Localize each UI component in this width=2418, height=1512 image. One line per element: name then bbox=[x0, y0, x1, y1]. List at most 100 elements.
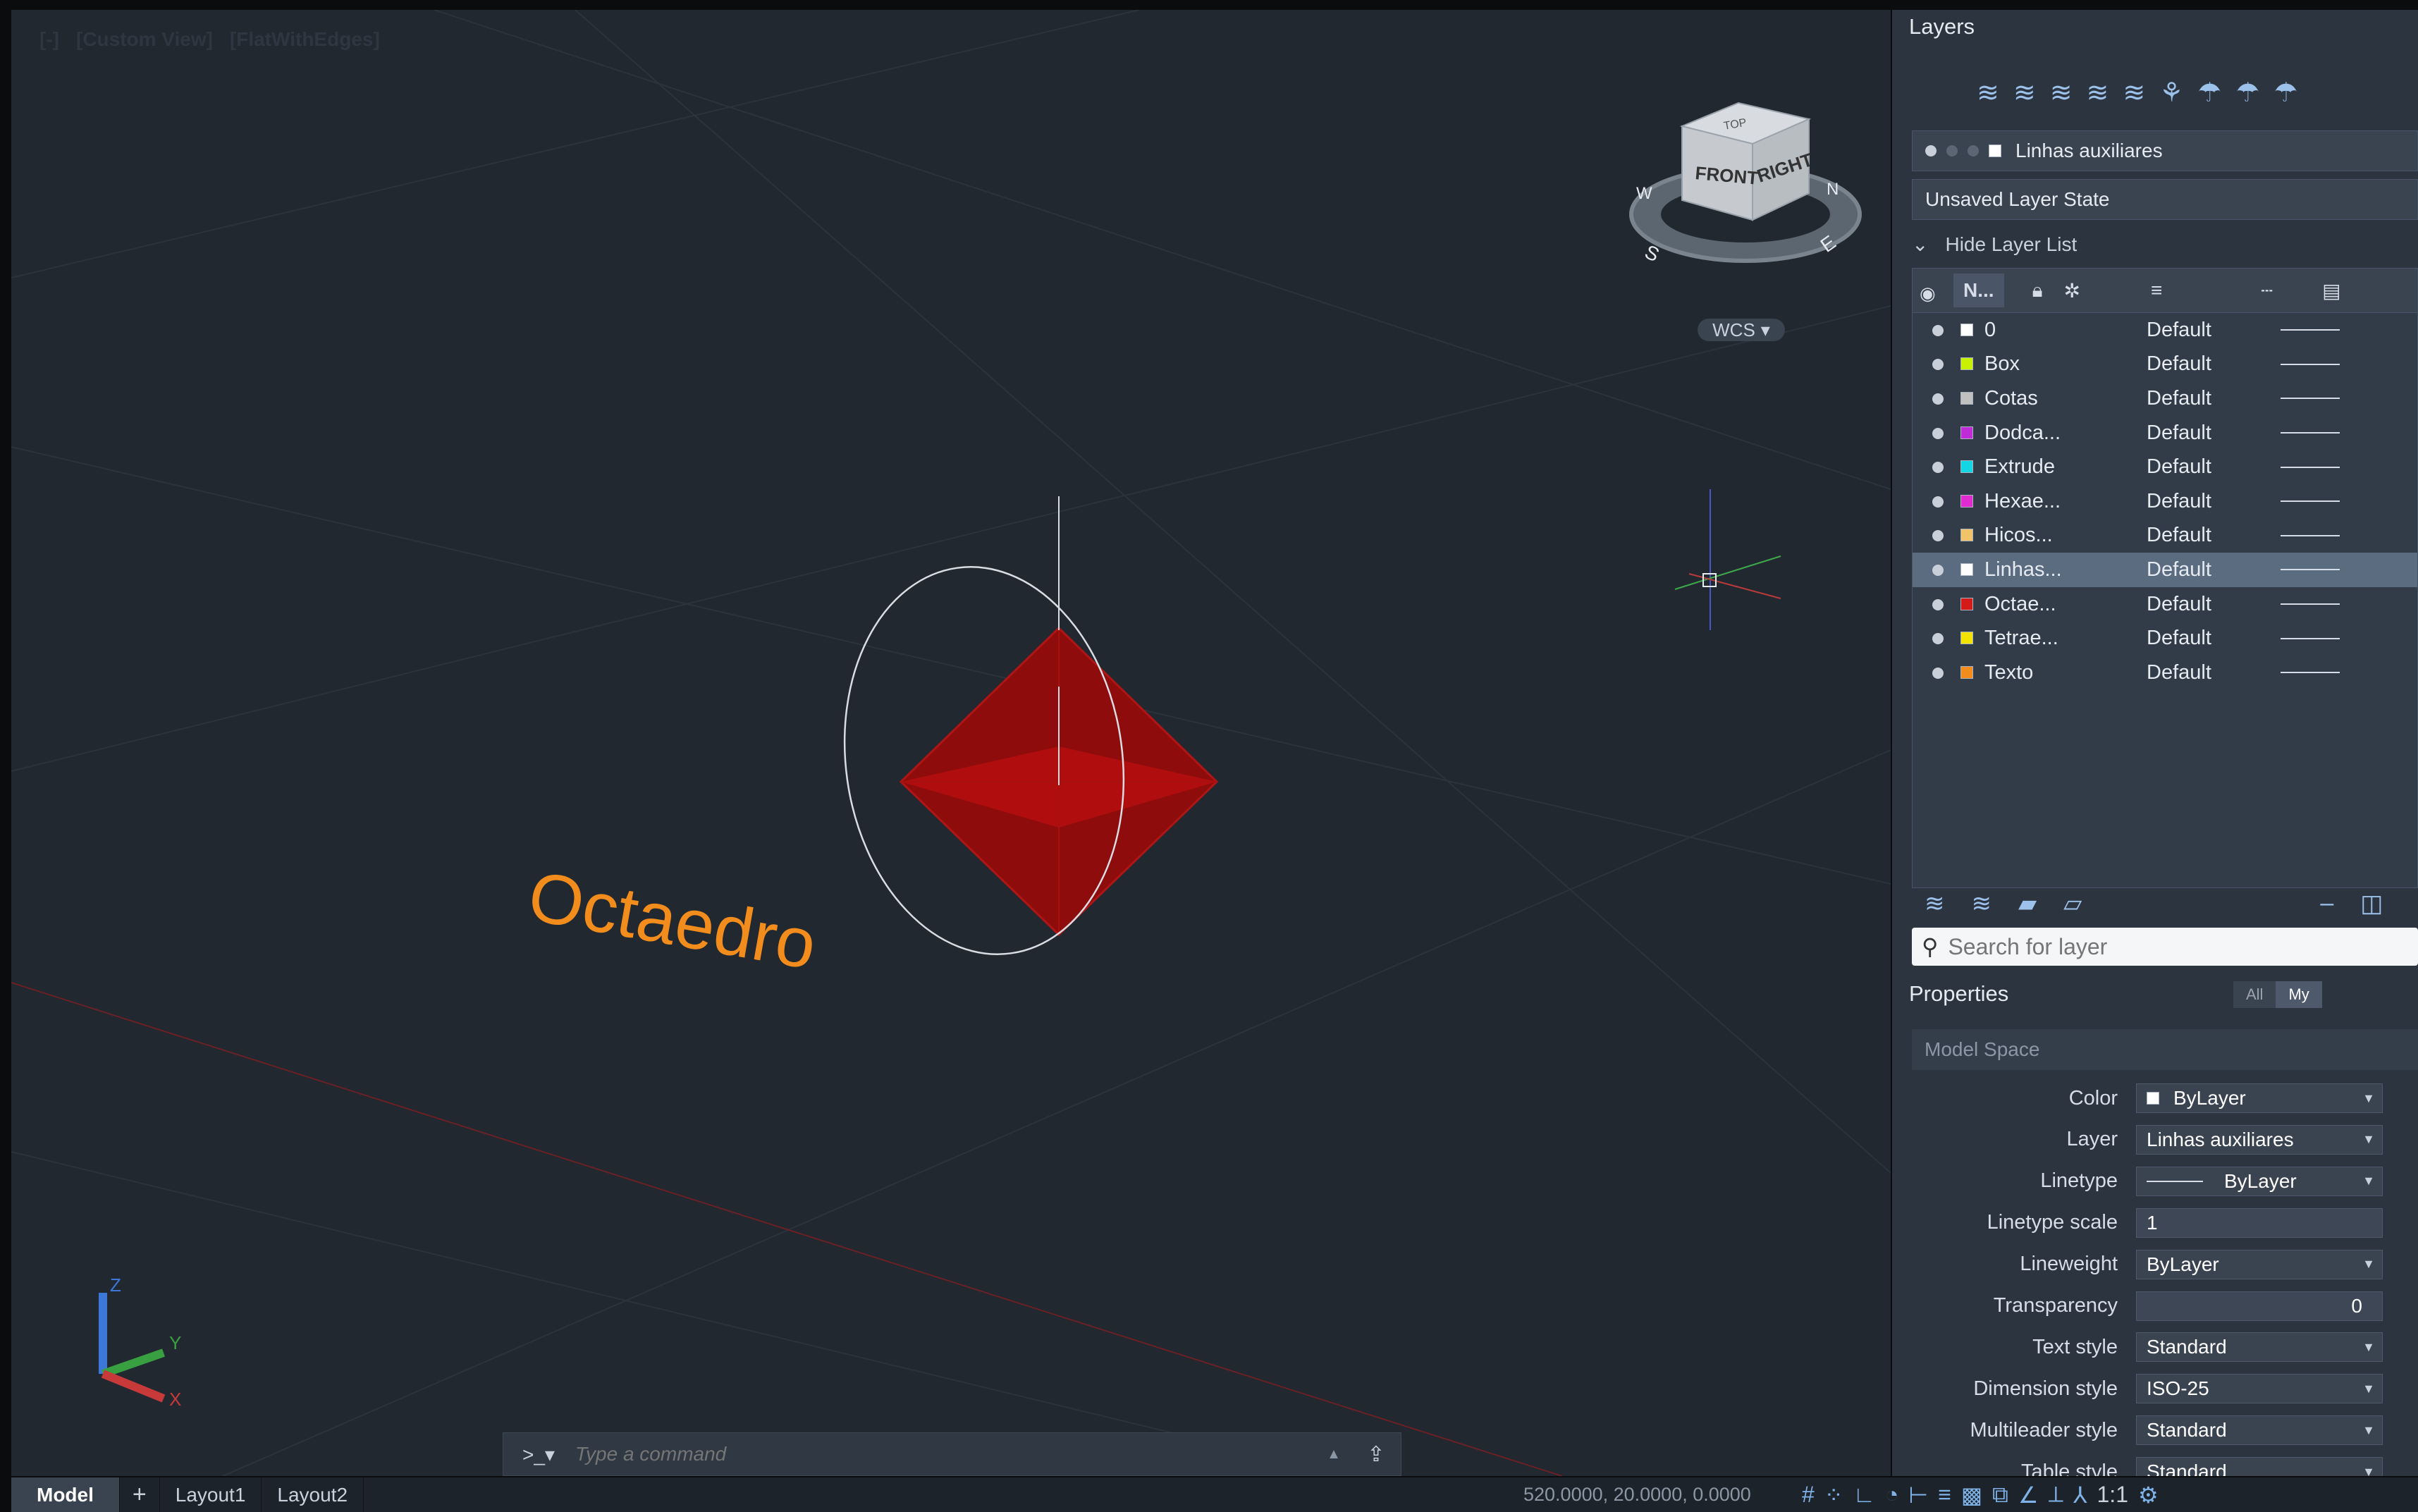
property-value[interactable]: ByLayer ▼ bbox=[2136, 1166, 2383, 1196]
visibility-icon[interactable] bbox=[1932, 667, 1944, 679]
visibility-icon[interactable] bbox=[1932, 427, 1944, 439]
layer-settings-icon[interactable]: ≋ bbox=[1925, 890, 1945, 918]
viewcube[interactable]: FRONT RIGHT TOP W S E N bbox=[1629, 102, 1862, 266]
visual-style-menu[interactable]: [FlatWithEdges] bbox=[230, 28, 380, 51]
layer-color-swatch[interactable] bbox=[1960, 665, 1973, 679]
layer-color-swatch[interactable] bbox=[1960, 597, 1973, 610]
layer-row[interactable]: Linhas... Default bbox=[1913, 553, 2417, 587]
property-value[interactable]: ByLayer ▼ bbox=[2136, 1083, 2383, 1113]
layer-row[interactable]: Hexae... Default bbox=[1913, 484, 2417, 519]
command-input[interactable] bbox=[574, 1442, 1316, 1466]
visibility-icon[interactable] bbox=[1932, 633, 1944, 645]
layer-linetype[interactable]: Default bbox=[2147, 319, 2281, 342]
folder-icon[interactable]: ▱ bbox=[2063, 890, 2082, 918]
layer-row[interactable]: Cotas Default bbox=[1913, 381, 2417, 416]
grid-icon[interactable]: # bbox=[1802, 1482, 1815, 1508]
current-layer-dropdown[interactable]: Linhas auxiliares bbox=[1912, 130, 2418, 171]
layer-row[interactable]: Hicos... Default bbox=[1913, 519, 2417, 553]
drawing-viewport[interactable]: Z Y X FRONT RIGHT TOP W S E N [-] [Custo… bbox=[11, 10, 1891, 1476]
lineweight-icon[interactable]: ≡ bbox=[1938, 1482, 1951, 1508]
visibility-icon[interactable] bbox=[1932, 564, 1944, 576]
viewport-menu[interactable]: [-] bbox=[39, 28, 59, 51]
layer-row[interactable]: Box Default bbox=[1913, 348, 2417, 382]
tab-layout2[interactable]: Layout2 bbox=[262, 1477, 364, 1512]
model-space-selector[interactable]: Model Space bbox=[1912, 1029, 2418, 1070]
hide-layer-list-toggle[interactable]: ⌄ Hide Layer List bbox=[1912, 233, 2077, 256]
annotation-icon[interactable]: ⟂ bbox=[2049, 1482, 2063, 1508]
wcs-dropdown[interactable]: WCS ▾ bbox=[1698, 319, 1785, 341]
layer-row[interactable]: Tetrae... Default bbox=[1913, 621, 2417, 656]
filter-my-button[interactable]: My bbox=[2276, 981, 2322, 1008]
layer-row[interactable]: 0 Default bbox=[1913, 313, 2417, 348]
layer-linetype[interactable]: Default bbox=[2147, 593, 2281, 616]
layer-linetype[interactable]: Default bbox=[2147, 422, 2281, 445]
osnap-icon[interactable]: ⊢ bbox=[1908, 1482, 1928, 1508]
layer-row[interactable]: Dodca... Default bbox=[1913, 416, 2417, 450]
layer-color-swatch[interactable] bbox=[1960, 494, 1973, 508]
new-layer-icon[interactable]: ≋ bbox=[1977, 77, 1999, 109]
collapse-icon[interactable]: – bbox=[2320, 890, 2333, 918]
layer-filter-icon[interactable]: ≋ bbox=[1972, 890, 1992, 918]
freeze-column-icon[interactable]: ✲ bbox=[2063, 279, 2080, 302]
tab-model[interactable]: Model bbox=[11, 1477, 120, 1512]
layer-linetype[interactable]: Default bbox=[2147, 387, 2281, 410]
command-history-icon[interactable]: ▲ bbox=[1316, 1446, 1351, 1463]
layer-previous-icon[interactable]: ≋ bbox=[2123, 77, 2145, 109]
ortho-icon[interactable]: ∟ bbox=[1853, 1482, 1875, 1508]
layer-linetype[interactable]: Default bbox=[2147, 627, 2281, 650]
layer-linetype[interactable]: Default bbox=[2147, 352, 2281, 376]
layer-linetype[interactable]: Default bbox=[2147, 661, 2281, 684]
tab-layout1[interactable]: Layout1 bbox=[160, 1477, 262, 1512]
command-line[interactable]: >_▾ ▲ ⇪ bbox=[503, 1432, 1401, 1476]
lineweight-column-icon[interactable]: ≡ bbox=[2151, 279, 2162, 302]
layer-linetype[interactable]: Default bbox=[2147, 558, 2281, 582]
visibility-icon[interactable] bbox=[1932, 598, 1944, 610]
add-layout-button[interactable]: + bbox=[120, 1477, 160, 1512]
visibility-icon[interactable] bbox=[1932, 359, 1944, 371]
layer-linetype[interactable]: Default bbox=[2147, 490, 2281, 513]
layer-row[interactable]: Extrude Default bbox=[1913, 450, 2417, 484]
property-value[interactable]: ISO-25 ▼ bbox=[2136, 1374, 2383, 1404]
layer-row[interactable]: Texto Default bbox=[1913, 656, 2417, 690]
match-layer-icon[interactable]: ≋ bbox=[2087, 77, 2109, 109]
snap-icon[interactable]: ⁘ bbox=[1824, 1482, 1843, 1508]
columns-icon[interactable]: ◫ bbox=[2360, 890, 2383, 918]
visibility-icon[interactable] bbox=[1932, 496, 1944, 508]
visibility-icon[interactable] bbox=[1932, 324, 1944, 336]
share-icon[interactable]: ⇪ bbox=[1351, 1442, 1401, 1467]
set-current-icon[interactable]: ≋ bbox=[2050, 77, 2073, 109]
layer-row[interactable]: Octae... Default bbox=[1913, 587, 2417, 622]
layer-search[interactable]: ⚲ bbox=[1912, 928, 2418, 966]
eye-icon[interactable]: ◉ bbox=[1920, 283, 1936, 305]
view-menu[interactable]: [Custom View] bbox=[76, 28, 213, 51]
layer-color-swatch[interactable] bbox=[1960, 563, 1973, 576]
command-prompt-icon[interactable]: >_▾ bbox=[503, 1443, 574, 1466]
property-value[interactable]: 1 bbox=[2136, 1207, 2383, 1238]
layer-linetype[interactable]: Default bbox=[2147, 524, 2281, 547]
name-column-header[interactable]: N... bbox=[1953, 273, 2004, 307]
selection-cycling-icon[interactable]: ⧉ bbox=[1992, 1482, 2008, 1508]
lock-layer-icon[interactable]: ☂ bbox=[2235, 77, 2259, 109]
delete-layer-icon[interactable]: ≋ bbox=[2013, 77, 2036, 109]
dynamic-ucs-icon[interactable]: ∠ bbox=[2018, 1482, 2039, 1508]
layer-color-swatch[interactable] bbox=[1960, 529, 1973, 542]
open-folder-icon[interactable]: ▰ bbox=[2018, 890, 2037, 918]
layer-linetype[interactable]: Default bbox=[2147, 455, 2281, 479]
linetype-column-icon[interactable]: ┄ bbox=[2261, 279, 2273, 302]
lock-column-icon[interactable]: 🔒︎ bbox=[2032, 279, 2043, 302]
layer-color-swatch[interactable] bbox=[1960, 632, 1973, 645]
layer-color-swatch[interactable] bbox=[1960, 323, 1973, 336]
layer-color-swatch[interactable] bbox=[1960, 391, 1973, 405]
property-value[interactable]: ByLayer ▼ bbox=[2136, 1249, 2383, 1279]
unlock-layer-icon[interactable]: ☂ bbox=[2273, 77, 2297, 109]
polar-icon[interactable]: ◔ bbox=[1885, 1482, 1898, 1508]
layer-color-swatch[interactable] bbox=[1960, 426, 1973, 439]
property-value[interactable]: Standard ▼ bbox=[2136, 1457, 2383, 1476]
visibility-icon[interactable] bbox=[1932, 393, 1944, 405]
workspace-icon[interactable]: ⚙ bbox=[2138, 1482, 2159, 1508]
layer-state-dropdown[interactable]: Unsaved Layer State bbox=[1912, 179, 2418, 220]
viewport-controls[interactable]: [-] [Custom View] [FlatWithEdges] bbox=[39, 28, 380, 51]
scale-label[interactable]: 1:1 bbox=[2097, 1482, 2128, 1508]
filter-all-button[interactable]: All bbox=[2233, 981, 2276, 1008]
isolate-layer-icon[interactable]: ☂ bbox=[2197, 77, 2221, 109]
